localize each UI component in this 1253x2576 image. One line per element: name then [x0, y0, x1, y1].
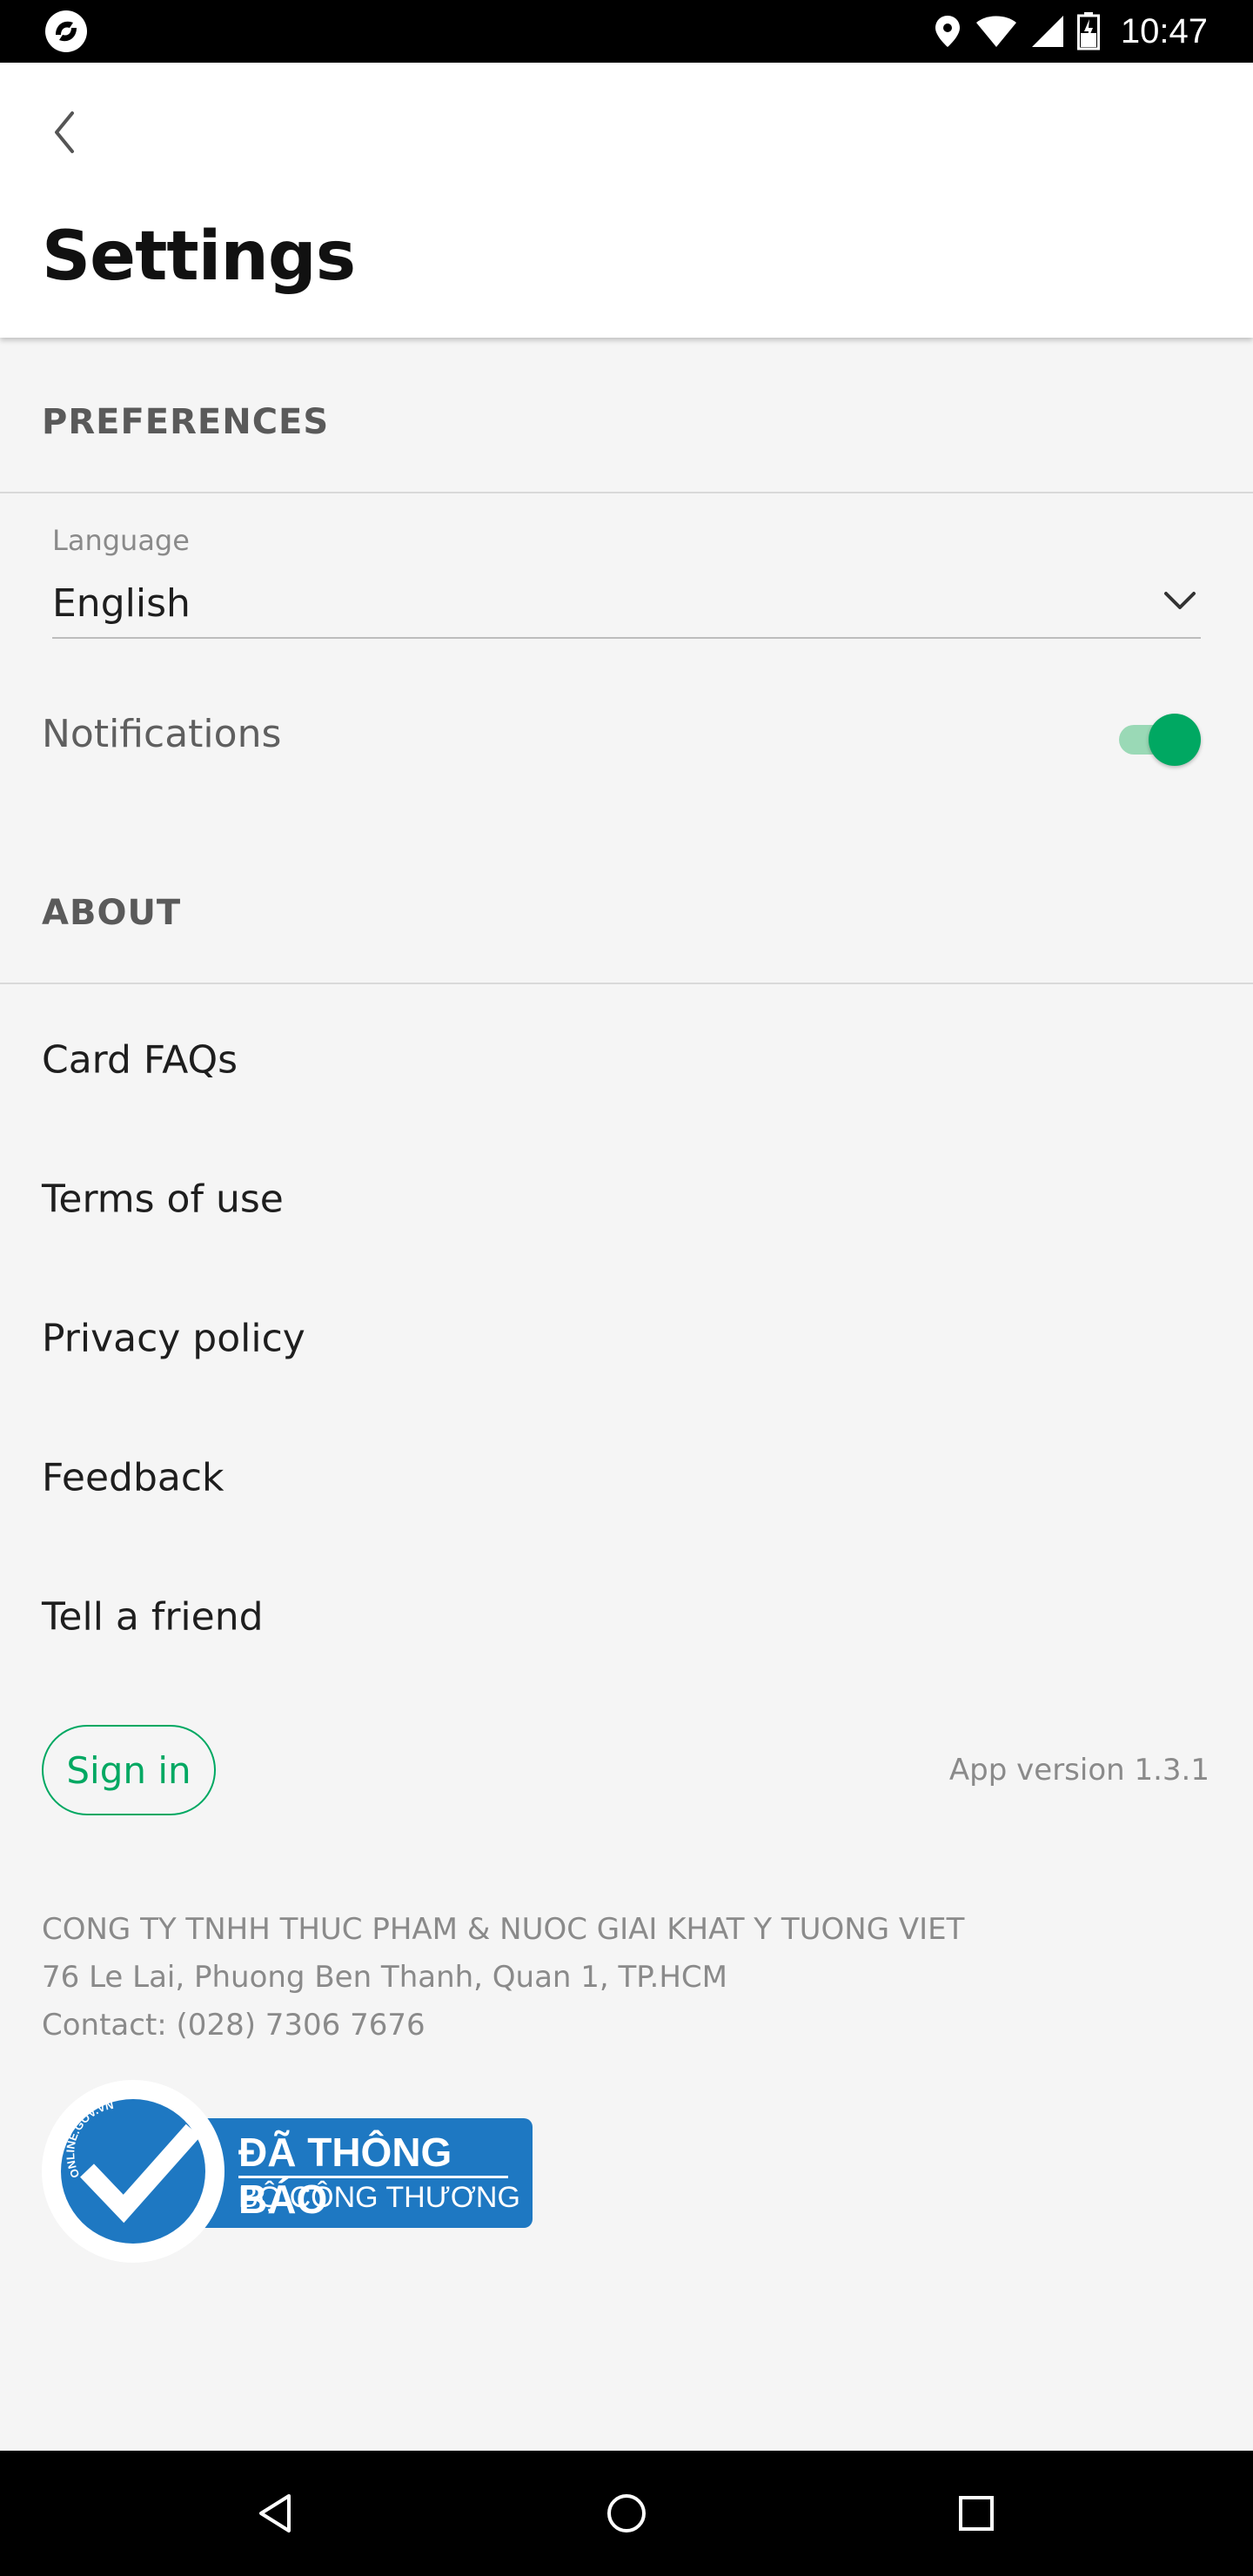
- nav-recents-button[interactable]: [941, 2479, 1011, 2548]
- nav-back-button[interactable]: [240, 2479, 310, 2548]
- nav-home-button[interactable]: [592, 2479, 661, 2548]
- menu-item-label: Feedback: [42, 1455, 224, 1500]
- recents-square-icon: [959, 2496, 994, 2531]
- status-icons: 10:47: [933, 0, 1208, 63]
- company-contact: Contact: (028) 7306 7676: [42, 2008, 425, 2043]
- badge-line2: BỘ CÔNG THƯƠNG: [238, 2181, 520, 2214]
- back-button[interactable]: [38, 106, 90, 158]
- system-nav-bar: [0, 2451, 1253, 2576]
- toggle-thumb: [1149, 714, 1201, 766]
- sign-in-button[interactable]: Sign in: [42, 1725, 216, 1815]
- wifi-icon: [975, 16, 1016, 47]
- language-select[interactable]: English: [52, 574, 1201, 639]
- chevron-left-icon: [55, 111, 74, 153]
- menu-item-terms-of-use[interactable]: Terms of use: [0, 1130, 1253, 1269]
- badge-arc-label: ONLINE.GOV.VN: [64, 2101, 115, 2180]
- badge-arc-text: ONLINE.GOV.VN: [64, 2101, 115, 2180]
- menu-item-card-faqs[interactable]: Card FAQs: [0, 990, 1253, 1130]
- menu-item-privacy-policy[interactable]: Privacy policy: [0, 1269, 1253, 1408]
- location-icon: [935, 16, 960, 47]
- company-info: CONG TY TNHH THUC PHAM & NUOC GIAI KHAT …: [42, 1906, 964, 2049]
- language-label: Language: [52, 524, 190, 557]
- signal-icon: [1031, 16, 1063, 47]
- back-triangle-icon: [259, 2494, 291, 2532]
- company-name: CONG TY TNHH THUC PHAM & NUOC GIAI KHAT …: [42, 1912, 965, 1947]
- clock: 10:47: [1120, 11, 1208, 50]
- divider: [0, 983, 1253, 984]
- page-title: Settings: [42, 218, 356, 296]
- app-version: App version 1.3.1: [948, 1753, 1209, 1788]
- section-header-preferences: PREFERENCES: [42, 402, 330, 442]
- company-address: 76 Le Lai, Phuong Ben Thanh, Quan 1, TP.…: [42, 1960, 727, 1995]
- menu-item-label: Tell a friend: [42, 1594, 264, 1640]
- home-circle-icon: [607, 2494, 646, 2532]
- badge-rule: [238, 2176, 508, 2178]
- status-bar: 10:47: [0, 0, 1253, 63]
- menu-item-label: Privacy policy: [42, 1316, 305, 1361]
- svg-text:ONLINE.GOV.VN: ONLINE.GOV.VN: [64, 2101, 115, 2180]
- badge-banner: ĐÃ THÔNG BÁO BỘ CÔNG THƯƠNG: [198, 2118, 533, 2228]
- chevron-down-icon: [1164, 592, 1196, 609]
- language-value: English: [52, 581, 191, 626]
- section-header-about: ABOUT: [42, 893, 182, 933]
- menu-item-feedback[interactable]: Feedback: [0, 1408, 1253, 1547]
- battery-icon: [1076, 12, 1100, 50]
- notifications-label: Notifications: [42, 712, 282, 756]
- menu-item-label: Terms of use: [42, 1177, 284, 1222]
- menu-item-tell-a-friend[interactable]: Tell a friend: [0, 1547, 1253, 1687]
- divider: [0, 492, 1253, 493]
- app-bar: Settings: [0, 63, 1253, 338]
- gov-registration-badge[interactable]: ĐÃ THÔNG BÁO BỘ CÔNG THƯƠNG ONLINE.GOV.V…: [42, 2080, 533, 2263]
- menu-item-label: Card FAQs: [42, 1037, 238, 1083]
- app-logo-icon: [45, 10, 87, 52]
- notifications-toggle[interactable]: [1119, 710, 1203, 768]
